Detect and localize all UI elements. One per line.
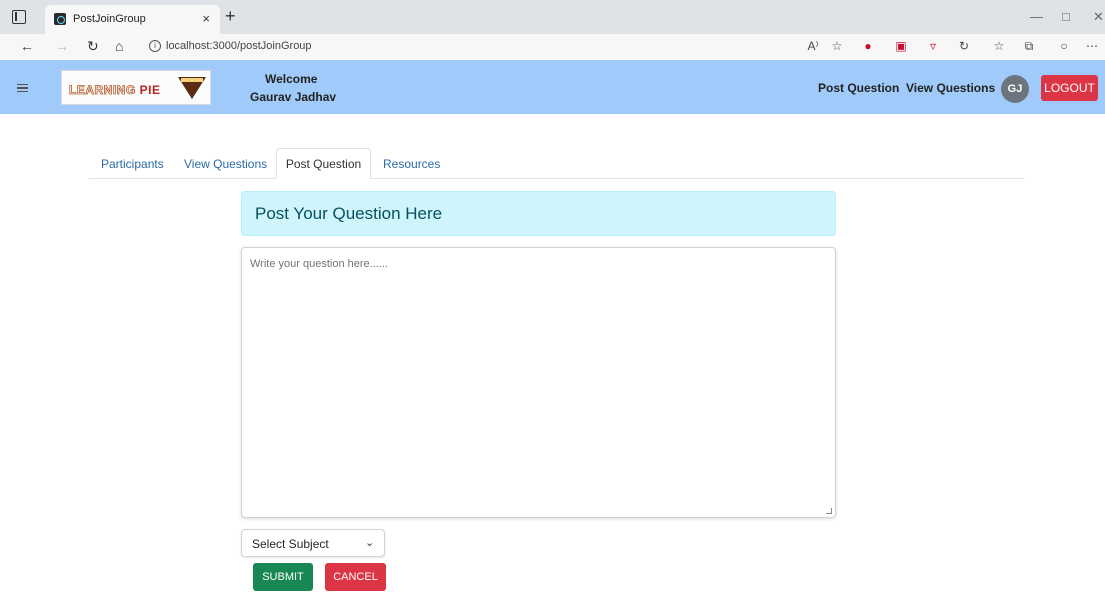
- tab-actions-icon[interactable]: [12, 10, 26, 24]
- browser-tab[interactable]: PostJoinGroup ×: [45, 5, 220, 34]
- close-tab-icon[interactable]: ×: [202, 11, 210, 26]
- pie-slice-icon: [178, 77, 206, 99]
- brand-text: LEARNING PIE: [69, 83, 161, 98]
- cancel-button[interactable]: CANCEL: [325, 563, 386, 591]
- url-field[interactable]: localhost:3000/postJoinGroup: [166, 40, 312, 52]
- brand-pie: PIE: [139, 83, 161, 97]
- welcome-text: Welcome: [265, 72, 318, 86]
- read-aloud-icon[interactable]: A⁾: [805, 39, 821, 53]
- subject-select[interactable]: Select Subject ⌄: [241, 529, 385, 557]
- brand-logo[interactable]: LEARNING PIE: [61, 70, 211, 105]
- favorite-add-icon[interactable]: ☆: [829, 39, 845, 53]
- favorites-icon[interactable]: ☆: [991, 39, 1007, 53]
- minimize-icon[interactable]: —: [1030, 9, 1043, 24]
- logout-button[interactable]: LOGOUT: [1041, 75, 1098, 101]
- tab-view-questions[interactable]: View Questions: [184, 157, 267, 171]
- more-menu-icon[interactable]: ⋯: [1084, 39, 1100, 53]
- tab-resources[interactable]: Resources: [383, 157, 440, 171]
- tab-post-question[interactable]: Post Question: [276, 148, 371, 179]
- nav-link-post-question[interactable]: Post Question: [818, 81, 899, 95]
- avatar[interactable]: GJ: [1001, 75, 1029, 103]
- restore-icon[interactable]: □: [1062, 9, 1070, 24]
- pocket-icon[interactable]: ▿: [925, 39, 941, 53]
- tab-participants[interactable]: Participants: [101, 157, 164, 171]
- brand-learning: LEARNING: [69, 83, 136, 98]
- info-icon[interactable]: i: [149, 40, 161, 52]
- extension-icon[interactable]: ▣: [893, 39, 909, 53]
- tabs-divider: [89, 178, 1025, 179]
- close-window-icon[interactable]: ✕: [1093, 9, 1104, 25]
- collections-icon[interactable]: ⧉: [1021, 39, 1037, 54]
- browser-tab-strip: PostJoinGroup × + — □ ✕: [0, 0, 1105, 34]
- chevron-down-icon: ⌄: [365, 537, 375, 549]
- address-bar-row: ← → ↻ ⌂ i localhost:3000/postJoinGroup A…: [0, 34, 1105, 60]
- subject-select-value: Select Subject: [252, 537, 329, 551]
- new-tab-button[interactable]: +: [225, 7, 236, 25]
- forward-arrow-icon[interactable]: →: [55, 38, 69, 54]
- submit-button[interactable]: SUBMIT: [253, 563, 313, 591]
- ublock-icon[interactable]: ●: [860, 39, 876, 53]
- back-arrow-icon[interactable]: ←: [20, 38, 34, 54]
- react-favicon-icon: [54, 13, 66, 25]
- user-name: Gaurav Jadhav: [250, 90, 337, 104]
- home-icon[interactable]: ⌂: [115, 38, 123, 54]
- form-heading-banner: Post Your Question Here: [241, 191, 836, 236]
- tab-title: PostJoinGroup: [73, 13, 146, 25]
- refresh-extension-icon[interactable]: ↻: [956, 39, 972, 53]
- profile-icon[interactable]: ○: [1056, 39, 1072, 53]
- form-heading: Post Your Question Here: [255, 204, 443, 223]
- nav-link-view-questions[interactable]: View Questions: [906, 81, 995, 95]
- reload-icon[interactable]: ↻: [87, 38, 99, 55]
- hamburger-menu-icon[interactable]: [17, 84, 28, 92]
- question-textarea[interactable]: [241, 247, 836, 518]
